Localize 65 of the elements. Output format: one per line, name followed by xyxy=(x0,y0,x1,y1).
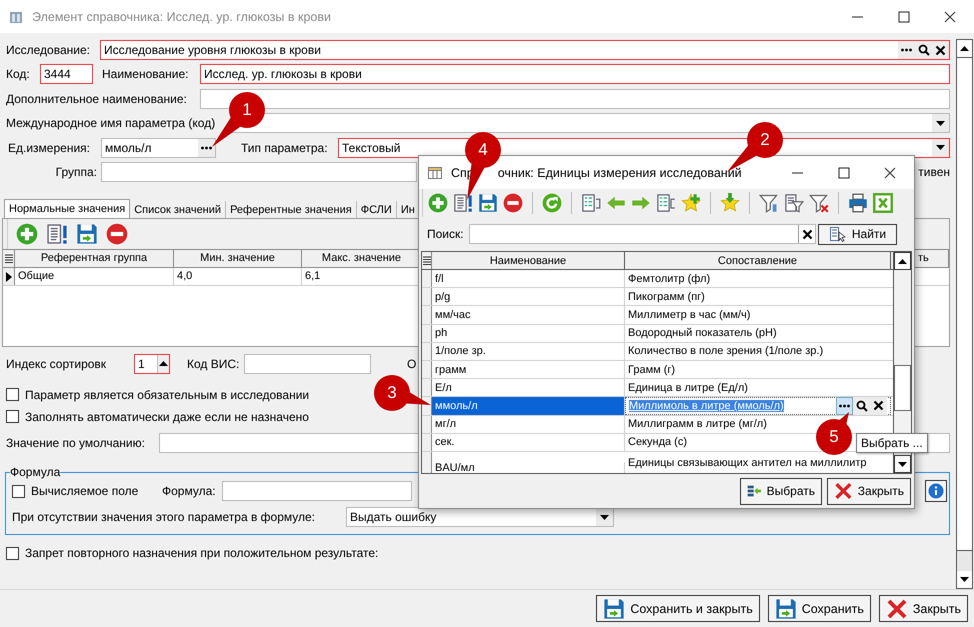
spin-field[interactable]: 1 xyxy=(134,354,170,374)
table-cell[interactable]: Водородный показатель (pH) xyxy=(628,327,777,340)
field-label: Заполнять автоматически даже если не назначено xyxy=(25,410,309,424)
dropdown-field[interactable]: Выдать ошибку xyxy=(346,507,614,528)
field-label: Исследование: xyxy=(6,43,91,57)
table-cell[interactable]: 1/поле зр. xyxy=(432,342,625,360)
window-title: Элемент справочника: Исслед. ур. глюкозы в крови xyxy=(32,10,332,24)
table-cell[interactable]: Количество в поле зрения (1/поле зр.) xyxy=(628,345,824,358)
select-button[interactable]: Выбрать xyxy=(740,478,822,504)
tab[interactable]: Референтные значения xyxy=(226,201,357,218)
field-label: Индекс сортировк xyxy=(6,357,108,372)
close-button[interactable]: Закрыть xyxy=(827,478,911,504)
table-cell[interactable]: Единицы связывающих антител на миллилитр xyxy=(628,456,867,469)
table-cell[interactable]: Секунда (с) xyxy=(628,436,687,448)
column-header[interactable]: Наименование xyxy=(432,252,625,269)
table-cell[interactable]: сек. xyxy=(432,434,625,451)
lookup-field[interactable]: ммоль/л xyxy=(101,138,216,158)
table-cell[interactable]: Миллиграмм в литре (мг/л) xyxy=(628,418,767,430)
tab[interactable]: Список значений xyxy=(130,201,226,218)
group-title: Формула xyxy=(10,465,60,480)
table-cell[interactable]: Единица в литре (Ед/л) xyxy=(628,382,748,394)
table-cell[interactable]: мг/л xyxy=(432,416,625,433)
field-label: Вычисляемое поле xyxy=(31,484,138,498)
field-label: Наименование: xyxy=(102,67,190,82)
field-label: тивен xyxy=(918,164,950,179)
table-cell: 4,0 xyxy=(174,268,302,286)
input-field[interactable]: Исслед. ур. глюкозы в крови xyxy=(200,64,950,84)
table-cell[interactable]: мм/час xyxy=(432,306,625,324)
field-label: Параметр является обязательным в исследовании xyxy=(25,388,310,402)
field-label: Формула: xyxy=(162,484,217,498)
cell-editor[interactable]: Миллимоль в литре (ммоль/л) xyxy=(625,397,891,414)
table-cell[interactable]: Миллиметр в час (мм/ч) xyxy=(628,308,750,321)
field-label: Группа: xyxy=(54,164,98,179)
table-cell[interactable]: Пикограмм (пг) xyxy=(628,290,705,303)
column-header[interactable]: Сопоставление xyxy=(625,252,891,269)
close-button[interactable]: Закрыть xyxy=(878,595,968,622)
table-cell[interactable]: Е/л xyxy=(432,379,625,396)
field-label: Код: xyxy=(6,67,31,82)
find-button[interactable]: Найти xyxy=(818,224,897,244)
field-label: Значение по умолчанию: xyxy=(6,436,146,450)
lookup-field[interactable]: Исследование уровня глюкозы в крови xyxy=(100,40,950,60)
field-label: Дополнительное наименование: xyxy=(6,92,188,106)
column-header[interactable]: Мин. значение xyxy=(174,250,302,268)
field-label: Ед.измерения: xyxy=(7,140,91,155)
table-cell[interactable]: ph xyxy=(432,324,625,342)
table-cell[interactable]: ммоль/л xyxy=(432,397,625,414)
field-label: О xyxy=(407,357,416,372)
table-cell[interactable]: BAU/мл xyxy=(432,462,625,473)
field-label: Поиск: xyxy=(427,227,465,241)
table-cell[interactable]: Грамм (г) xyxy=(628,364,676,376)
save-close-button[interactable]: Сохранить и закрыть xyxy=(596,595,760,622)
tab[interactable]: ФСЛИ xyxy=(356,201,397,218)
tooltip: Выбрать ... xyxy=(856,433,928,453)
tab[interactable]: Нормальные значения xyxy=(4,199,130,218)
save-button[interactable]: Сохранить xyxy=(768,595,871,622)
table-cell[interactable]: грамм xyxy=(432,360,625,378)
field-label: Код ВИС: xyxy=(187,357,240,372)
field-label: При отсутствии значения этого параметра в формуле: xyxy=(12,510,316,524)
input-field[interactable]: 3444 xyxy=(40,64,93,84)
field-label: Запрет повторного назначения при положительном результате: xyxy=(25,546,378,560)
table-cell[interactable]: f/l xyxy=(432,270,625,288)
table-cell[interactable]: p/g xyxy=(432,288,625,306)
table-cell[interactable]: Фемтолитр (фл) xyxy=(628,272,710,285)
column-header[interactable]: Референтная группа xyxy=(15,250,174,268)
table-cell: Общие xyxy=(15,268,174,286)
